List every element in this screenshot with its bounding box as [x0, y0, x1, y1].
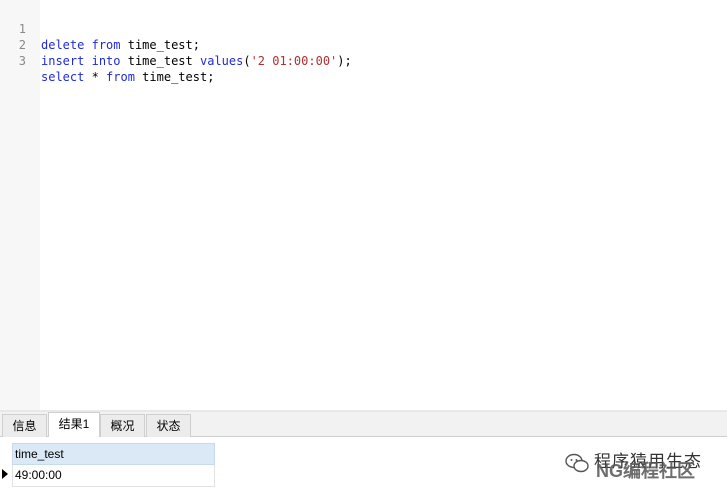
code-token: );	[337, 54, 352, 68]
code-line-1[interactable]: 1 delete from time_test;	[0, 5, 727, 52]
code-token: *	[84, 70, 107, 84]
column-header-time-test[interactable]: time_test	[12, 443, 215, 465]
result-tabbar: 信息 结果1 概况 状态	[0, 412, 727, 438]
tab-info[interactable]: 信息	[2, 414, 47, 437]
keyword-into: into	[91, 54, 121, 68]
code-line-3[interactable]: 3 select * from time_test;	[0, 37, 727, 84]
line-number: 3	[18, 54, 26, 68]
keyword-values: values	[199, 54, 244, 68]
code-token: time_test;	[134, 70, 215, 84]
code-text[interactable]: select * from time_test;	[41, 69, 214, 85]
sql-editor[interactable]: 1 delete from time_test; 2 insert into t…	[0, 0, 727, 410]
current-row-indicator-icon	[2, 469, 8, 479]
code-line-2[interactable]: 2 insert into time_test values('2 01:00:…	[0, 21, 727, 68]
watermark-site: NG编程社区	[596, 461, 695, 481]
string-literal: '2 01:00:00'	[250, 54, 338, 68]
tab-result-1[interactable]: 结果1	[48, 412, 100, 438]
wechat-logo-icon	[565, 453, 589, 473]
tab-status[interactable]: 状态	[146, 414, 191, 437]
keyword-insert: insert	[41, 54, 85, 68]
tab-overview[interactable]: 概况	[100, 414, 145, 437]
code-text[interactable]: insert into time_test values('2 01:00:00…	[41, 53, 352, 69]
keyword-from: from	[106, 70, 135, 84]
result-cell[interactable]: 49:00:00	[12, 465, 215, 487]
keyword-select: select	[41, 70, 85, 84]
code-token: (	[243, 54, 251, 68]
code-token: time_test	[120, 54, 200, 68]
